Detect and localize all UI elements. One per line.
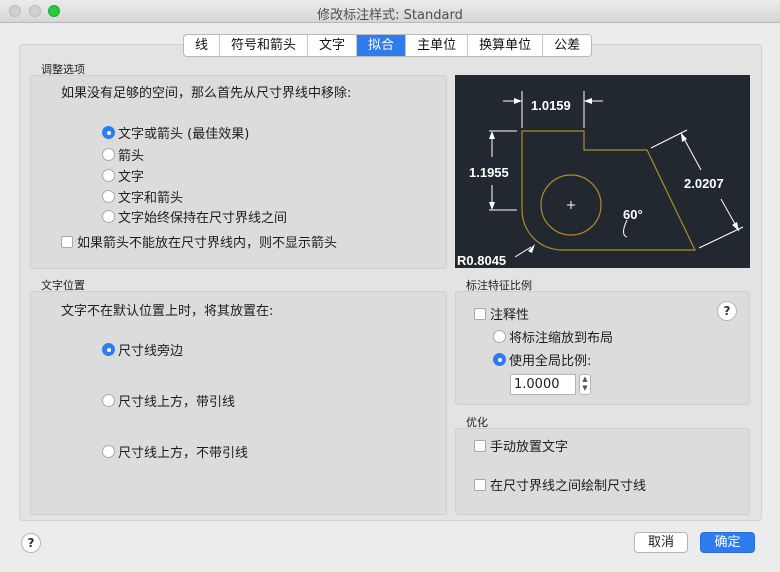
annotative-checkbox[interactable]: 注释性	[474, 304, 529, 323]
overall-scale-input[interactable]: 1.0000	[510, 374, 576, 395]
preview-dim-top: 1.0159	[531, 98, 571, 113]
tab-symbols-arrows[interactable]: 符号和箭头	[220, 35, 309, 56]
fit-option-always-keep-text[interactable]: 文字始终保持在尺寸界线之间	[102, 207, 287, 226]
placement-over-without-leader[interactable]: 尺寸线上方，不带引线	[102, 442, 248, 461]
draw-dim-line-checkbox[interactable]: 在尺寸界线之间绘制尺寸线	[474, 475, 646, 494]
cancel-button[interactable]: 取消	[634, 532, 688, 553]
preview-part-outline	[521, 130, 696, 251]
dimension-preview: 1.0159 1.1955 2.0207 60° R0.8045	[455, 75, 750, 268]
tab-fit[interactable]: 拟合	[357, 35, 407, 56]
use-overall-scale-radio[interactable]: 使用全局比例:	[493, 350, 591, 369]
title-bar: 修改标注样式: Standard	[0, 0, 780, 23]
window-title: 修改标注样式: Standard	[317, 8, 463, 23]
radio-selected[interactable]	[493, 353, 506, 366]
tab-primary-units[interactable]: 主单位	[406, 35, 469, 56]
text-placement-prompt: 文字不在默认位置上时，将其放置在:	[61, 304, 274, 319]
fit-options-prompt: 如果没有足够的空间，那么首先从尺寸界线中移除:	[61, 86, 352, 101]
tab-lines[interactable]: 线	[184, 35, 221, 56]
scale-help-button[interactable]: ?	[717, 301, 737, 321]
manual-text-checkbox[interactable]: 手动放置文字	[474, 436, 568, 455]
checkbox[interactable]	[61, 235, 73, 248]
overall-scale-stepper[interactable]: ▲ ▼	[579, 374, 591, 395]
preview-radius: R0.8045	[457, 253, 506, 268]
radio[interactable]	[102, 190, 115, 203]
fit-option-text[interactable]: 文字	[102, 166, 144, 185]
tab-tolerances[interactable]: 公差	[543, 35, 591, 56]
radio-selected[interactable]	[102, 126, 115, 139]
checkbox[interactable]	[474, 307, 486, 320]
radio[interactable]	[102, 169, 115, 182]
ok-button[interactable]: 确定	[700, 532, 755, 553]
radio[interactable]	[493, 330, 506, 343]
radio[interactable]	[102, 148, 115, 161]
tab-bar: 线 符号和箭头 文字 拟合 主单位 换算单位 公差	[183, 34, 593, 57]
suppress-arrows-checkbox[interactable]: 如果箭头不能放在尺寸界线内，则不显示箭头	[61, 232, 337, 251]
fit-option-both[interactable]: 文字和箭头	[102, 187, 183, 206]
radio-selected[interactable]	[102, 343, 115, 356]
radio[interactable]	[102, 445, 115, 458]
placement-over-with-leader[interactable]: 尺寸线上方，带引线	[102, 391, 235, 410]
text-placement-group	[30, 291, 447, 515]
checkbox[interactable]	[474, 439, 486, 452]
fit-option-text-or-arrows[interactable]: 文字或箭头 (最佳效果)	[102, 123, 249, 142]
preview-dim-left: 1.1955	[469, 165, 509, 180]
tab-alternate-units[interactable]: 换算单位	[468, 35, 544, 56]
placement-beside-dim-line[interactable]: 尺寸线旁边	[102, 340, 183, 359]
radio[interactable]	[102, 210, 115, 223]
preview-drawing: 1.0159 1.1955 2.0207 60° R0.8045	[457, 91, 744, 268]
checkbox[interactable]	[474, 478, 486, 491]
tab-text[interactable]: 文字	[308, 35, 358, 56]
preview-angle: 60°	[623, 207, 643, 222]
preview-dim-right: 2.0207	[684, 176, 724, 191]
fit-option-arrows[interactable]: 箭头	[102, 145, 144, 164]
help-button[interactable]: ?	[21, 533, 41, 553]
scale-to-layout-radio[interactable]: 将标注缩放到布局	[493, 327, 613, 346]
radio[interactable]	[102, 394, 115, 407]
